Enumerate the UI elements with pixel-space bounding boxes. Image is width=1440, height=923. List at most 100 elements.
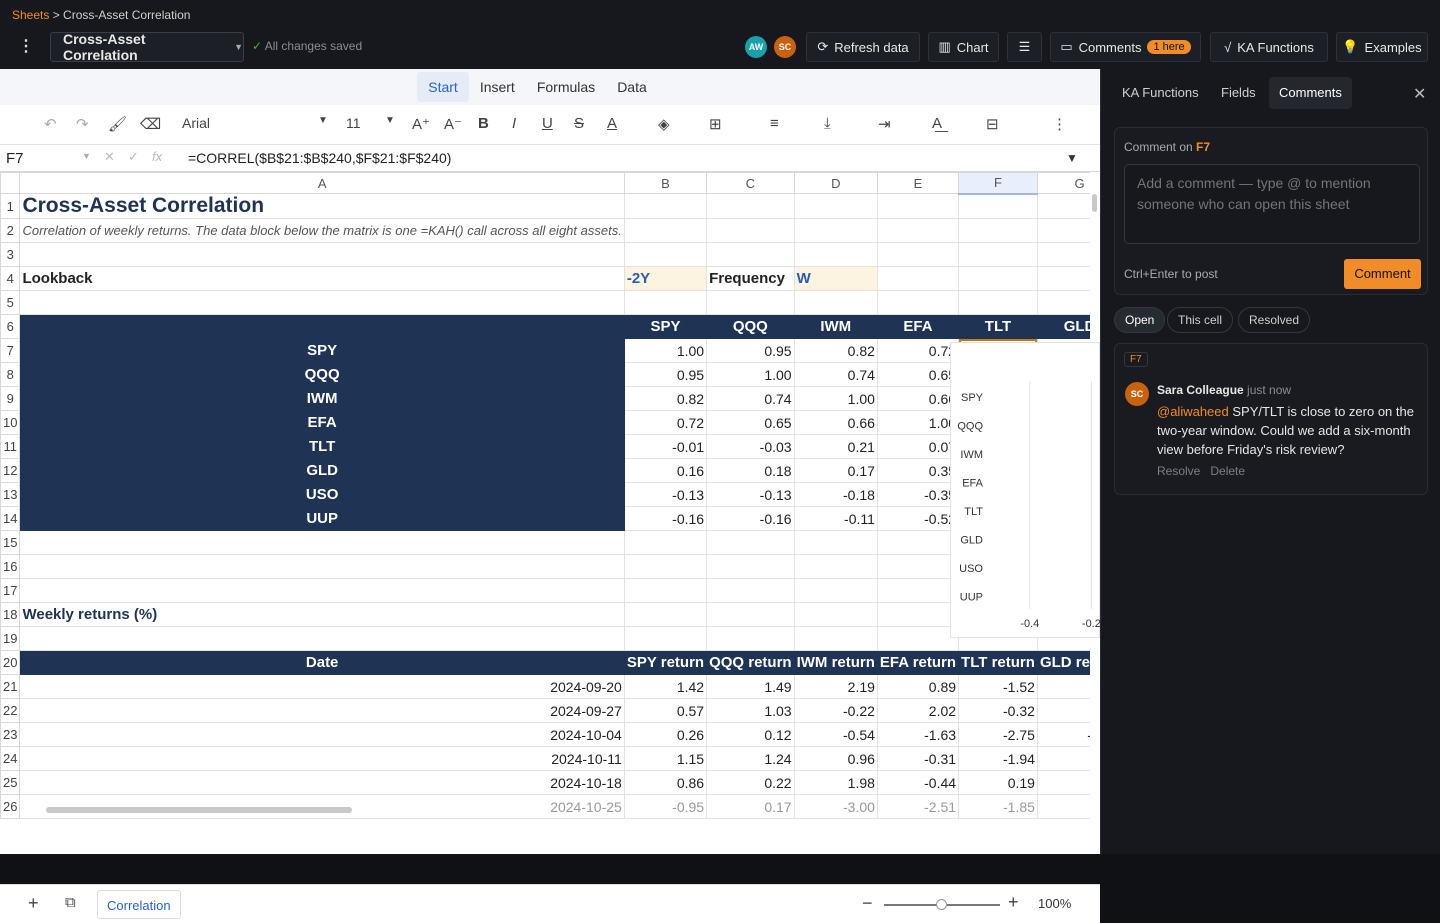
cell-grid[interactable]: ABCDEFGHIJKL1Cross-Asset Correlation2Cor… — [0, 172, 1090, 884]
confirm-icon[interactable]: ✓ — [128, 149, 139, 165]
returns-col-header[interactable]: Date — [19, 650, 625, 675]
correlation-cell[interactable]: 0.74 — [706, 386, 795, 411]
cell[interactable] — [876, 602, 960, 627]
returns-col-header[interactable]: IWM return — [793, 650, 878, 675]
return-cell[interactable]: 0.26 — [623, 722, 708, 747]
return-cell[interactable]: 0.19 — [958, 770, 1038, 795]
comments-button[interactable]: ▭ Comments 1 here — [1050, 32, 1201, 62]
close-icon[interactable]: ✕ — [1413, 84, 1426, 104]
chart-button[interactable]: ▥ Chart — [928, 32, 999, 62]
cell[interactable] — [623, 193, 708, 219]
date-cell[interactable]: 2024-09-27 — [19, 698, 625, 723]
column-header[interactable]: B — [623, 172, 708, 194]
tab-ka-functions[interactable]: KA Functions — [1112, 77, 1209, 109]
cell[interactable] — [876, 530, 960, 555]
correlation-cell[interactable]: 0.07 — [876, 434, 960, 459]
decrease-font-icon[interactable]: A⁻ — [444, 115, 462, 133]
cell[interactable] — [623, 602, 708, 627]
row-header[interactable]: 18 — [0, 602, 21, 627]
cell[interactable] — [958, 242, 1038, 267]
filter-this-cell[interactable]: This cell — [1167, 307, 1234, 333]
return-cell[interactable]: 1.42 — [623, 674, 708, 699]
return-cell[interactable]: 1.48 — [1036, 674, 1090, 699]
tab-start[interactable]: Start — [417, 72, 469, 102]
cell[interactable] — [876, 554, 960, 579]
cell[interactable] — [623, 554, 708, 579]
row-header[interactable]: 26 — [0, 794, 21, 819]
row-header[interactable]: 25 — [0, 770, 21, 795]
correlation-cell[interactable]: 0.66 — [876, 386, 960, 411]
frequency-label[interactable]: Frequency — [706, 266, 795, 291]
filter-resolved[interactable]: Resolved — [1238, 307, 1311, 333]
return-cell[interactable]: -2.75 — [958, 722, 1038, 747]
column-header[interactable]: C — [706, 172, 795, 194]
merge-cells-icon[interactable]: ⊟ — [986, 115, 999, 133]
chart-preview[interactable]: SPY QQQ IWM EFA TLT GLD USO UUP -0.4 -0.2 — [950, 342, 1153, 638]
cell[interactable] — [706, 602, 795, 627]
row-header[interactable]: 3 — [0, 242, 21, 267]
zoom-slider[interactable] — [884, 899, 1000, 910]
return-cell[interactable]: 0.22 — [706, 770, 795, 795]
return-cell[interactable]: 1.49 — [706, 674, 795, 699]
avatar[interactable]: AW — [745, 36, 767, 58]
cell[interactable] — [1036, 290, 1090, 315]
lookback-label[interactable]: Lookback — [19, 266, 625, 291]
frequency-input[interactable]: W — [793, 266, 878, 291]
correlation-cell[interactable]: -0.52 — [876, 506, 960, 531]
settings-sliders-button[interactable]: ☰ — [1007, 32, 1042, 62]
return-cell[interactable]: -1.52 — [958, 674, 1038, 699]
matrix-row-header[interactable]: SPY — [19, 338, 625, 363]
comment-input[interactable] — [1124, 164, 1420, 244]
cell[interactable] — [793, 578, 878, 603]
matrix-col-header[interactable]: TLT — [958, 314, 1038, 339]
breadcrumb-root[interactable]: Sheets — [12, 8, 49, 22]
return-cell[interactable]: -0.32 — [958, 698, 1038, 723]
cell[interactable] — [876, 193, 960, 219]
correlation-cell[interactable]: 0.18 — [706, 458, 795, 483]
row-header[interactable]: 7 — [0, 338, 21, 363]
vertical-align-icon[interactable]: ⤓ — [824, 115, 831, 132]
row-header[interactable]: 14 — [0, 506, 21, 531]
return-cell[interactable]: -0.22 — [793, 698, 878, 723]
return-cell[interactable]: -1.85 — [958, 794, 1038, 819]
cell[interactable] — [958, 266, 1038, 291]
mention[interactable]: @aliwaheed — [1157, 404, 1229, 419]
row-header[interactable]: 4 — [0, 266, 21, 291]
returns-col-header[interactable]: QQQ return — [706, 650, 795, 675]
matrix-row-header[interactable]: IWM — [19, 386, 625, 411]
cell[interactable] — [1036, 266, 1090, 291]
font-family-select[interactable]: Arial — [182, 115, 210, 131]
chevron-down-icon[interactable]: ▼ — [318, 115, 328, 126]
fill-color-icon[interactable]: ◈ — [658, 115, 670, 133]
returns-col-header[interactable]: GLD return — [1036, 650, 1090, 675]
clear-format-icon[interactable]: ⌫ — [140, 115, 161, 133]
zoom-in-icon[interactable]: + — [1008, 892, 1019, 913]
formula-input[interactable]: =CORREL($B$21:$B$240,$F$21:$F$240) — [188, 150, 451, 166]
correlation-cell[interactable]: 1.00 — [706, 362, 795, 387]
row-header[interactable]: 11 — [0, 434, 21, 459]
row-header[interactable]: 8 — [0, 362, 21, 387]
cell[interactable] — [876, 578, 960, 603]
return-cell[interactable]: -0.54 — [793, 722, 878, 747]
return-cell[interactable]: 2.19 — [793, 674, 878, 699]
correlation-cell[interactable]: -0.01 — [623, 434, 708, 459]
return-cell[interactable]: -3.00 — [793, 794, 878, 819]
return-cell[interactable]: 1.15 — [623, 746, 708, 771]
cell[interactable] — [793, 218, 878, 243]
lookback-input[interactable]: -2Y — [623, 266, 708, 291]
matrix-col-header[interactable]: IWM — [793, 314, 878, 339]
vertical-scrollbar[interactable] — [1092, 194, 1097, 212]
doc-title-dropdown[interactable]: Cross-Asset Correlation ▼ — [50, 31, 244, 63]
row-header[interactable]: 24 — [0, 746, 21, 771]
matrix-col-header[interactable]: SPY — [623, 314, 708, 339]
cell[interactable] — [793, 602, 878, 627]
more-tools-icon[interactable]: ⋮ — [1052, 115, 1067, 133]
cell[interactable] — [19, 242, 625, 267]
correlation-cell[interactable]: 0.95 — [623, 362, 708, 387]
date-cell[interactable]: 2024-10-11 — [19, 746, 625, 771]
row-header[interactable]: 5 — [0, 290, 21, 315]
avatar[interactable]: SC — [774, 36, 796, 58]
return-cell[interactable]: -0.31 — [876, 746, 960, 771]
returns-col-header[interactable]: SPY return — [623, 650, 708, 675]
correlation-cell[interactable]: 0.17 — [793, 458, 878, 483]
